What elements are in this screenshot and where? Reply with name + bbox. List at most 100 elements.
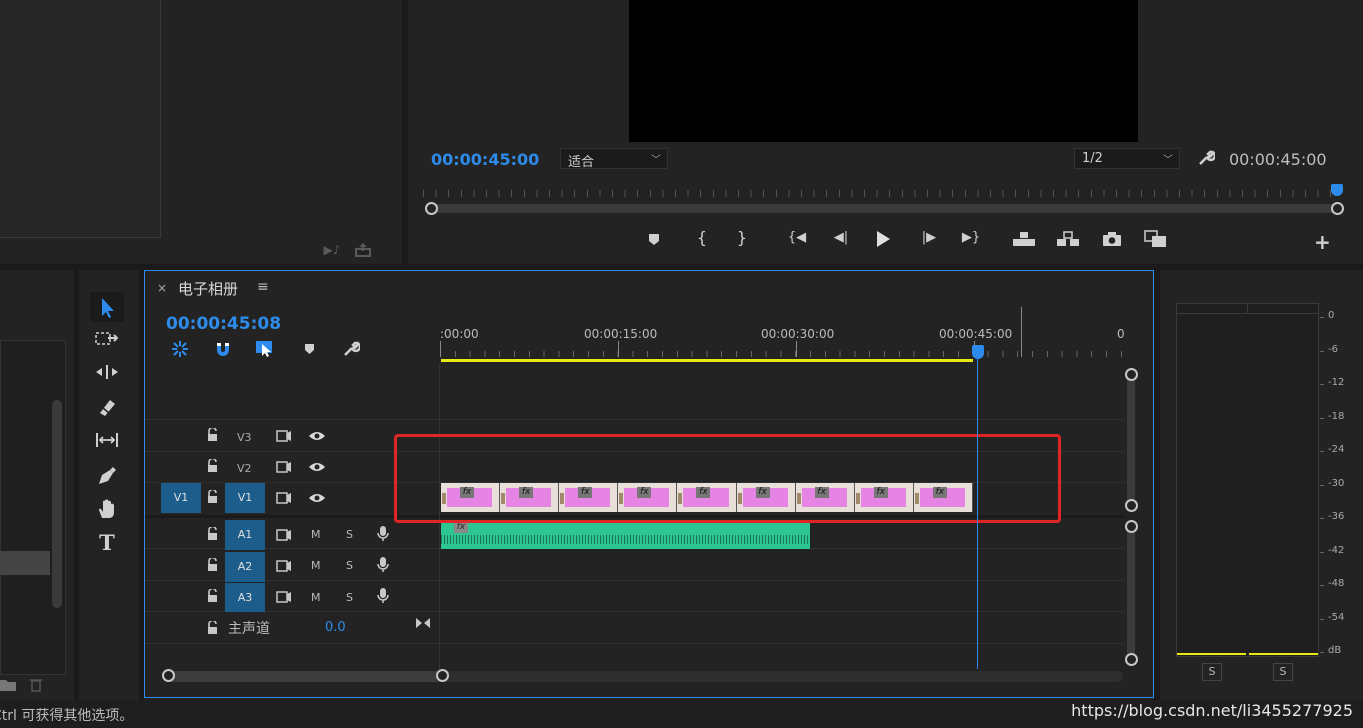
eye-icon[interactable] xyxy=(308,430,326,442)
source-patch-v1[interactable]: V1 xyxy=(161,483,201,513)
meter-scale-label: -36 xyxy=(1328,511,1345,522)
go-to-edit-point-icon[interactable] xyxy=(415,617,431,629)
playhead-marker[interactable] xyxy=(1331,184,1343,196)
selection-tool-icon[interactable] xyxy=(90,292,124,322)
solo-right-button[interactable]: S xyxy=(1273,663,1293,681)
sync-lock-icon[interactable] xyxy=(276,560,292,572)
lock-icon[interactable] xyxy=(207,527,219,541)
eye-icon[interactable] xyxy=(308,461,326,473)
sync-lock-icon[interactable] xyxy=(276,492,292,504)
camera-icon[interactable] xyxy=(1102,232,1122,247)
zoom-scrollbar[interactable] xyxy=(426,204,1338,213)
nest-sequence-icon[interactable] xyxy=(171,340,189,358)
add-marker-icon[interactable] xyxy=(304,343,316,355)
project-scrollbar[interactable] xyxy=(52,400,62,608)
snap-magnet-icon[interactable] xyxy=(215,341,231,357)
ripple-edit-tool-icon[interactable] xyxy=(95,364,119,382)
zoom-handle-right[interactable] xyxy=(1331,202,1344,215)
mark-in-icon[interactable]: { xyxy=(696,230,708,248)
new-bin-icon[interactable] xyxy=(0,678,16,692)
track-label-a1[interactable]: A1 xyxy=(225,520,265,550)
lock-icon[interactable] xyxy=(207,621,219,635)
timeline-timecode[interactable]: 00:00:45:08 xyxy=(166,314,281,334)
track-label-v3[interactable]: V3 xyxy=(237,431,252,444)
video-track-scrollbar[interactable] xyxy=(1127,374,1135,506)
sync-lock-icon[interactable] xyxy=(276,529,292,541)
sync-lock-icon[interactable] xyxy=(276,430,292,442)
scroll-handle[interactable] xyxy=(1125,368,1138,381)
zoom-handle-left[interactable] xyxy=(425,202,438,215)
razor-tool-icon[interactable] xyxy=(96,397,118,417)
zoom-handle-right[interactable] xyxy=(436,669,449,682)
solo-button[interactable]: S xyxy=(346,559,353,572)
settings-wrench-icon[interactable] xyxy=(1197,149,1215,167)
timeline-ruler[interactable]: :00:00 00:00:15:00 00:00:30:00 00:00:45:… xyxy=(440,307,1130,361)
compare-view-icon[interactable] xyxy=(1144,230,1168,248)
solo-left-button[interactable]: S xyxy=(1202,663,1222,681)
pen-tool-icon[interactable] xyxy=(96,465,118,487)
mute-button[interactable]: M xyxy=(311,528,321,541)
fit-select[interactable]: 适合 ﹀ xyxy=(560,148,668,170)
scroll-handle[interactable] xyxy=(1125,653,1138,666)
mute-button[interactable]: M xyxy=(311,591,321,604)
solo-button[interactable]: S xyxy=(346,528,353,541)
lock-icon[interactable] xyxy=(207,558,219,572)
work-area-bar[interactable] xyxy=(441,359,973,362)
timeline-zoom-bar[interactable] xyxy=(167,671,443,682)
add-button-icon[interactable]: + xyxy=(1314,232,1331,252)
program-timecode[interactable]: 00:00:45:00 xyxy=(431,150,539,169)
type-tool-icon[interactable]: T xyxy=(96,532,118,554)
add-marker-icon[interactable] xyxy=(648,233,662,247)
audio-track-scrollbar[interactable] xyxy=(1127,525,1135,659)
lock-icon[interactable] xyxy=(207,428,219,442)
meter-scale-tick xyxy=(1320,652,1324,653)
mute-button[interactable]: M xyxy=(311,559,321,572)
timeline-settings-wrench-icon[interactable] xyxy=(342,340,360,358)
eye-icon[interactable] xyxy=(308,492,326,504)
lift-icon[interactable] xyxy=(1012,231,1036,247)
lock-icon[interactable] xyxy=(207,490,219,504)
microphone-icon[interactable] xyxy=(377,557,389,573)
sync-lock-icon[interactable] xyxy=(276,591,292,603)
close-tab-icon[interactable]: × xyxy=(157,281,167,295)
timeline-playhead-handle[interactable] xyxy=(972,345,984,359)
mark-out-icon[interactable]: } xyxy=(736,230,748,248)
extract-icon[interactable] xyxy=(1056,231,1080,247)
track-label-a2[interactable]: A2 xyxy=(225,552,265,582)
hand-tool-icon[interactable] xyxy=(96,498,118,520)
insert-audio-icon[interactable]: ▶♪ xyxy=(322,244,342,258)
solo-button[interactable]: S xyxy=(346,591,353,604)
step-forward-icon[interactable]: |▶ xyxy=(919,231,939,247)
audio-waveform xyxy=(441,535,810,544)
export-icon[interactable] xyxy=(354,242,374,258)
linked-selection-icon[interactable] xyxy=(255,340,275,358)
trash-icon[interactable] xyxy=(30,678,44,692)
lock-icon[interactable] xyxy=(207,459,219,473)
zoom-handle-left[interactable] xyxy=(162,669,175,682)
list-row-selected[interactable] xyxy=(0,551,50,575)
play-icon[interactable] xyxy=(875,230,893,248)
microphone-icon[interactable] xyxy=(377,526,389,542)
program-ruler[interactable] xyxy=(423,183,1341,197)
slip-tool-icon[interactable] xyxy=(95,432,119,450)
meter-scale-tick xyxy=(1320,384,1324,385)
panel-menu-icon[interactable]: ≡ xyxy=(257,279,269,295)
scroll-handle[interactable] xyxy=(1125,520,1138,533)
track-label-a3[interactable]: A3 xyxy=(225,583,265,612)
scroll-handle[interactable] xyxy=(1125,499,1138,512)
lock-icon[interactable] xyxy=(207,589,219,603)
resolution-select[interactable]: 1/2 ﹀ xyxy=(1074,148,1180,169)
microphone-icon[interactable] xyxy=(377,588,389,604)
track-select-tool-icon[interactable] xyxy=(95,331,119,349)
go-to-out-icon[interactable]: ▶} xyxy=(960,231,982,247)
ruler-major-tick xyxy=(440,341,441,357)
master-volume-value[interactable]: 0.0 xyxy=(325,620,346,635)
go-to-in-icon[interactable]: {◀ xyxy=(786,231,808,247)
step-back-icon[interactable]: ◀| xyxy=(831,231,851,247)
audio-clip[interactable]: fx xyxy=(441,521,810,549)
track-label-v2[interactable]: V2 xyxy=(237,462,252,475)
sequence-tab-title[interactable]: 电子相册 xyxy=(178,278,238,299)
track-label-v1[interactable]: V1 xyxy=(225,483,265,513)
sync-lock-icon[interactable] xyxy=(276,461,292,473)
resolution-select-value: 1/2 xyxy=(1082,151,1103,166)
